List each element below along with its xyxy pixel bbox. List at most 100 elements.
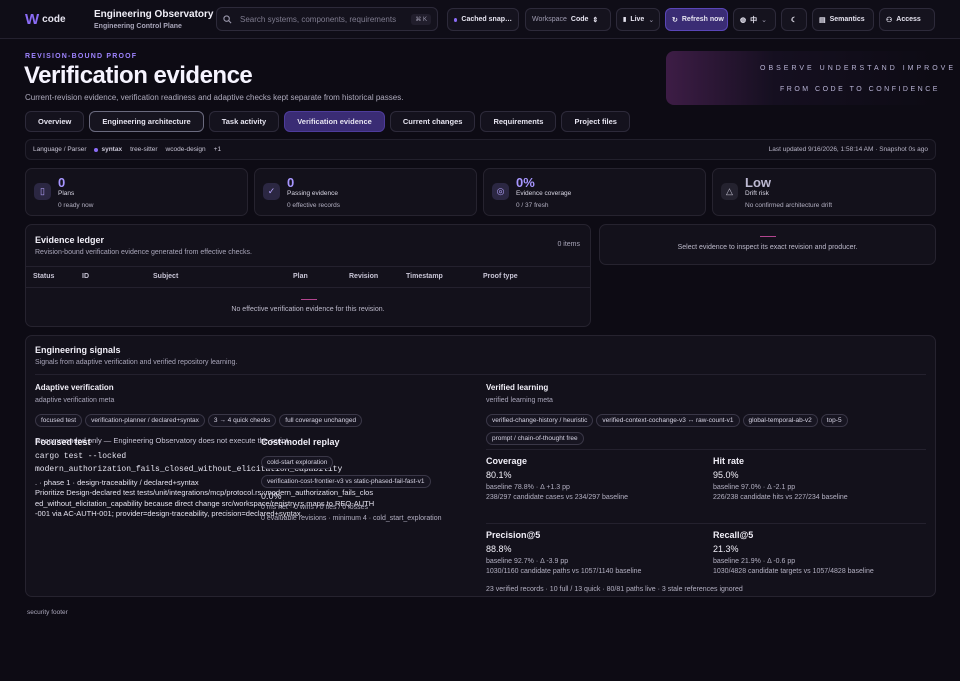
ledger-title: Evidence ledger	[35, 235, 105, 245]
parser-chip-tree-sitter[interactable]: tree-sitter	[130, 146, 157, 153]
cached-snapshot-button[interactable]: Cached snap…	[447, 8, 519, 31]
refresh-label: Refresh now	[681, 16, 724, 23]
theme-toggle[interactable]: ☾	[781, 8, 807, 31]
metric-baseline: baseline 97.0% · Δ -2.1 pp	[713, 484, 796, 491]
stat-value: 0	[58, 175, 66, 190]
refresh-icon: ↻	[672, 16, 678, 24]
app-title: Engineering Observatory	[94, 9, 214, 20]
doc-icon: ▯	[34, 183, 51, 200]
metric-detail: 226/238 candidate hits vs 227/234 baseli…	[713, 494, 848, 501]
chip: focused test	[35, 414, 83, 427]
cached-label: Cached snap…	[461, 16, 512, 23]
last-updated: Last updated 9/16/2026, 1:58:14 AM · Sna…	[768, 146, 928, 153]
parser-dot-icon	[94, 147, 99, 152]
stat-detail: No confirmed architecture drift	[745, 202, 833, 209]
tab-requirements[interactable]: Requirements	[480, 111, 557, 132]
live-label: Live	[630, 16, 645, 23]
cost-model-detail: 0 ms net · 0 wins / 0 ties / 0 losses	[261, 504, 368, 511]
page-subtitle: Current-revision evidence, verification …	[25, 93, 404, 102]
stat-value: Low	[745, 175, 771, 190]
app-subtitle: Engineering Control Plane	[94, 23, 182, 30]
metric-name: Hit rate	[713, 456, 745, 466]
metric-baseline: baseline 21.9% · Δ -0.6 pp	[713, 558, 796, 565]
ledger-empty-state: No effective verification evidence for t…	[231, 306, 385, 313]
logo[interactable]: Wcode	[25, 11, 66, 28]
hero-banner	[666, 51, 934, 105]
parser-chip-syntax[interactable]: syntax	[94, 146, 122, 153]
top-bar: Wcode Engineering Observatory Engineerin…	[0, 0, 960, 39]
adaptive-verification-title: Adaptive verification	[35, 383, 114, 392]
tab-task-activity[interactable]: Task activity	[208, 111, 280, 132]
chip: prompt / chain-of-thought free	[486, 432, 584, 445]
metric-detail: 1030/4828 candidate targets vs 1057/4828…	[713, 568, 874, 575]
cost-model-detail-2: 0 evaluable revisions · minimum 4 · cold…	[261, 515, 442, 522]
column-proof-type[interactable]: Proof type	[483, 273, 518, 280]
tab-engineering-architecture[interactable]: Engineering architecture	[89, 111, 204, 132]
search-input[interactable]: Search systems, components, requirements	[240, 15, 411, 24]
ledger-count: 0 items	[557, 241, 580, 248]
column-id[interactable]: ID	[82, 273, 89, 280]
metric-value: 88.8%	[486, 544, 512, 554]
chip: verified-context-cochange-v3 ↔ raw-count…	[596, 414, 740, 427]
hero-tagline: OBSERVE UNDERSTAND IMPROVE	[760, 65, 956, 72]
cost-model-chip-row: cold-start exploration	[261, 456, 336, 469]
live-toggle[interactable]: ▮ Live ⌄	[616, 8, 660, 31]
search-box[interactable]: Search systems, components, requirements…	[216, 7, 438, 31]
column-revision[interactable]: Revision	[349, 273, 378, 280]
column-subject[interactable]: Subject	[153, 273, 178, 280]
verified-chips: verified-change-history / heuristic verif…	[486, 414, 926, 427]
parser-label: Language / Parser	[33, 146, 87, 153]
chip: verification-planner / declared+syntax	[85, 414, 205, 427]
chip: verification-cost-frontier-v3 vs static-…	[261, 475, 431, 488]
access-button[interactable]: ⚇ Access	[879, 8, 935, 31]
refresh-button[interactable]: ↻ Refresh now	[665, 8, 728, 31]
stat-card-evidence-coverage: ◎ 0% Evidence coverage 0 / 37 fresh	[483, 168, 706, 216]
metric-value: 21.3%	[713, 544, 739, 554]
metric-recall-at-5: Recall@5 21.3% baseline 21.9% · Δ -0.6 p…	[713, 530, 874, 575]
empty-state-mark	[760, 236, 776, 237]
language-value: 中	[750, 16, 758, 24]
stat-label: Plans	[58, 190, 75, 197]
cost-model-value: 0.0%	[261, 491, 282, 501]
workspace-label: Workspace	[532, 16, 567, 23]
security-footer: security footer	[27, 609, 68, 616]
evidence-inspector: Select evidence to inspect its exact rev…	[599, 224, 936, 265]
metric-precision-at-5: Precision@5 88.8% baseline 92.7% · Δ -3.…	[486, 530, 641, 575]
tab-bar: Overview Engineering architecture Task a…	[25, 111, 630, 132]
stat-detail: 0 / 37 fresh	[516, 202, 549, 209]
tab-overview[interactable]: Overview	[25, 111, 85, 132]
column-status[interactable]: Status	[33, 273, 54, 280]
logo-mark-icon: W	[25, 11, 40, 28]
metric-name: Coverage	[486, 456, 528, 466]
focused-test-title: Focused test	[35, 437, 91, 447]
workspace-select[interactable]: Workspace Code ⇕	[525, 8, 611, 31]
signals-title: Engineering signals	[35, 345, 121, 355]
cost-model-title: Cost-model replay	[261, 437, 340, 447]
language-select[interactable]: ◍ 中 ⌄	[733, 8, 776, 31]
stat-card-passing-evidence: ✓ 0 Passing evidence 0 effective records	[254, 168, 477, 216]
tab-current-changes[interactable]: Current changes	[389, 111, 476, 132]
parser-value: syntax	[101, 146, 123, 153]
context-bar: Language / Parser syntax tree-sitter wco…	[25, 139, 936, 160]
tab-project-files[interactable]: Project files	[561, 111, 630, 132]
tab-verification-evidence[interactable]: Verification evidence	[284, 111, 385, 132]
metric-coverage: Coverage 80.1% baseline 78.8% · Δ +1.3 p…	[486, 456, 628, 501]
metric-value: 95.0%	[713, 470, 739, 480]
access-label: Access	[896, 16, 921, 23]
metric-baseline: baseline 92.7% · Δ -3.9 pp	[486, 558, 569, 565]
parser-more[interactable]: +1	[214, 146, 221, 153]
stat-label: Evidence coverage	[516, 190, 572, 197]
stat-detail: 0 effective records	[287, 202, 340, 209]
stat-card-plans: ▯ 0 Plans 0 ready now	[25, 168, 248, 216]
live-indicator-icon: ▮	[623, 17, 627, 23]
semantics-button[interactable]: ▤ Semantics	[812, 8, 874, 31]
hero-kicker: REVISION-BOUND PROOF	[25, 53, 138, 60]
evidence-ledger: Evidence ledger Revision-bound verificat…	[25, 224, 591, 327]
search-icon	[223, 14, 232, 23]
stat-value: 0	[287, 175, 295, 190]
parser-chip-wcode-design[interactable]: wcode-design	[166, 146, 206, 153]
column-timestamp[interactable]: Timestamp	[406, 273, 443, 280]
adaptive-verification-meta: adaptive verification meta	[35, 397, 115, 404]
column-plan[interactable]: Plan	[293, 273, 308, 280]
cost-model-chip-row-2: verification-cost-frontier-v3 vs static-…	[261, 475, 434, 488]
